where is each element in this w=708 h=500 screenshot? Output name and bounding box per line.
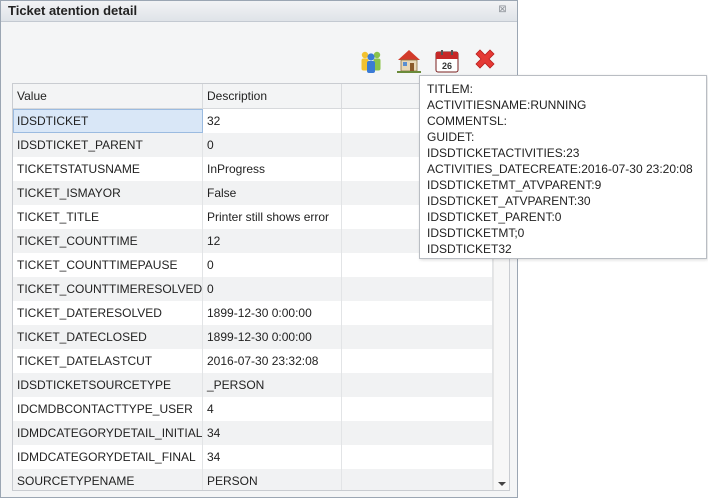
value-cell[interactable]: TICKET_DATELASTCUT [13, 349, 203, 373]
delete-button[interactable] [471, 47, 499, 75]
description-cell[interactable]: Printer still shows error [203, 205, 342, 229]
column-header-description[interactable]: Description [203, 84, 342, 108]
svg-text:26: 26 [442, 61, 452, 71]
description-cell[interactable]: _PERSON [203, 373, 342, 397]
extra-cell[interactable] [342, 469, 493, 490]
value-cell[interactable]: IDSDTICKETSOURCETYPE [13, 373, 203, 397]
value-cell[interactable]: TICKET_ISMAYOR [13, 181, 203, 205]
value-cell[interactable]: IDSDTICKET [13, 109, 203, 133]
extra-cell[interactable] [342, 397, 493, 421]
description-cell[interactable]: 12 [203, 229, 342, 253]
description-cell[interactable]: 32 [203, 109, 342, 133]
extra-cell[interactable] [342, 445, 493, 469]
table-row[interactable]: TICKET_DATELASTCUT 2016-07-30 23:32:08 [13, 349, 493, 373]
table-row[interactable]: IDMDCATEGORYDETAIL_FINAL 34 [13, 445, 493, 469]
description-cell[interactable]: 1899-12-30 0:00:00 [203, 325, 342, 349]
extra-cell[interactable] [342, 373, 493, 397]
value-cell[interactable]: TICKET_DATECLOSED [13, 325, 203, 349]
home-button[interactable] [395, 47, 423, 75]
description-cell[interactable]: 34 [203, 421, 342, 445]
delete-icon [475, 49, 495, 69]
tooltip-line: GUIDET: [427, 130, 475, 144]
value-cell[interactable]: SOURCETYPENAME [13, 469, 203, 490]
description-cell[interactable]: 0 [203, 277, 342, 301]
value-cell[interactable]: TICKET_TITLE [13, 205, 203, 229]
extra-cell[interactable] [342, 349, 493, 373]
tooltip-line: TITLEM: [427, 82, 474, 96]
description-cell[interactable]: InProgress [203, 157, 342, 181]
home-icon [397, 50, 421, 73]
description-cell[interactable]: 0 [203, 253, 342, 277]
tooltip-line: IDSDTICKETMT;0 [427, 226, 525, 240]
value-cell[interactable]: IDSDTICKET_PARENT [13, 133, 203, 157]
extra-cell[interactable] [342, 301, 493, 325]
extra-cell[interactable] [342, 277, 493, 301]
users-button[interactable] [357, 47, 385, 75]
tooltip-line: COMMENTSL: [427, 114, 508, 128]
table-row[interactable]: TICKET_COUNTTIMERESOLVED 0 [13, 277, 493, 301]
description-cell[interactable]: 34 [203, 445, 342, 469]
table-row[interactable]: SOURCETYPENAME PERSON [13, 469, 493, 490]
value-cell[interactable]: TICKET_DATERESOLVED [13, 301, 203, 325]
value-cell[interactable]: TICKETSTATUSNAME [13, 157, 203, 181]
table-row[interactable]: IDMDCATEGORYDETAIL_INITIAL 34 [13, 421, 493, 445]
description-cell[interactable]: 1899-12-30 0:00:00 [203, 301, 342, 325]
table-row[interactable]: IDCMDBCONTACTTYPE_USER 4 [13, 397, 493, 421]
close-icon[interactable]: ⊠ [497, 4, 508, 15]
dialog-titlebar[interactable]: Ticket atention detail ⊠ [1, 1, 517, 22]
extra-cell[interactable] [342, 325, 493, 349]
column-header-value[interactable]: Value [13, 84, 203, 108]
description-cell[interactable]: PERSON [203, 469, 342, 490]
tooltip-line: IDSDTICKET_PARENT:0 [427, 210, 562, 224]
table-row[interactable]: IDSDTICKETSOURCETYPE _PERSON [13, 373, 493, 397]
users-icon [361, 51, 381, 73]
calendar-icon: 26 [435, 50, 459, 73]
activity-tooltip: TITLEM: ACTIVITIESNAME:RUNNING COMMENTSL: G… [419, 75, 707, 259]
value-cell[interactable]: IDCMDBCONTACTTYPE_USER [13, 397, 203, 421]
value-cell[interactable]: IDMDCATEGORYDETAIL_FINAL [13, 445, 203, 469]
tooltip-line: IDSDTICKETACTIVITIES:23 [427, 146, 580, 160]
table-row[interactable]: TICKET_DATERESOLVED 1899-12-30 0:00:00 [13, 301, 493, 325]
value-cell[interactable]: TICKET_COUNTTIMERESOLVED [13, 277, 203, 301]
value-cell[interactable]: TICKET_COUNTTIME [13, 229, 203, 253]
tooltip-line: ACTIVITIESNAME:RUNNING [427, 98, 587, 112]
description-cell[interactable]: 0 [203, 133, 342, 157]
calendar-button[interactable]: 26 [433, 47, 461, 75]
tooltip-line: ACTIVITIES_DATECREATE:2016-07-30 23:20:0… [427, 162, 693, 176]
description-cell[interactable]: 2016-07-30 23:32:08 [203, 349, 342, 373]
tooltip-line: IDSDTICKETMT_ATVPARENT:9 [427, 178, 602, 192]
table-row[interactable]: TICKET_DATECLOSED 1899-12-30 0:00:00 [13, 325, 493, 349]
extra-cell[interactable] [342, 421, 493, 445]
description-cell[interactable]: False [203, 181, 342, 205]
scroll-down-icon[interactable] [498, 482, 506, 486]
tooltip-line: IDSDTICKET_ATVPARENT:30 [427, 194, 591, 208]
description-cell[interactable]: 4 [203, 397, 342, 421]
value-cell[interactable]: TICKET_COUNTTIMEPAUSE [13, 253, 203, 277]
dialog-title: Ticket atention detail [8, 3, 138, 18]
value-cell[interactable]: IDMDCATEGORYDETAIL_INITIAL [13, 421, 203, 445]
tooltip-line: IDSDTICKET32 [427, 242, 512, 256]
